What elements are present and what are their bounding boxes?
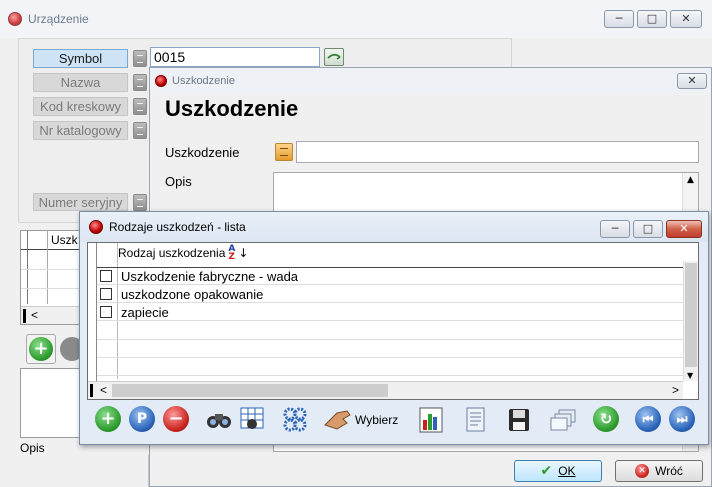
lista-hscroll-thumb[interactable] [112, 384, 388, 397]
gears-icon [283, 407, 307, 432]
hand-pointer-icon [324, 410, 351, 430]
row-label: zapiecie [121, 305, 169, 320]
row-checkbox[interactable] [100, 270, 112, 282]
row-checkbox[interactable] [100, 288, 112, 300]
lista-column-header[interactable]: Rodzaj uszkodzenia AZ ↓ [118, 245, 249, 262]
lista-grid[interactable]: Rodzaj uszkodzenia AZ ↓ Uszkodzenie fabr… [87, 242, 699, 400]
lista-maximize-button[interactable]: □ [633, 220, 663, 238]
windows-icon [550, 409, 576, 431]
urzadzenie-close-button[interactable]: ✕ [670, 10, 702, 28]
uszkodzenie-picker-button[interactable] [275, 143, 293, 161]
binoculars-icon [207, 414, 231, 428]
list-item[interactable]: zapiecie [97, 303, 683, 321]
lista-title: Rodzaje uszkodzeń - lista [109, 220, 246, 234]
nazwa-label: Nazwa [33, 73, 128, 92]
row-label: Uszkodzenie fabryczne - wada [121, 269, 299, 284]
ok-label: OK [558, 464, 576, 478]
scroll-up-arrow-icon[interactable]: ▲ [687, 175, 694, 185]
uszkodzenie-field-label: Uszkodzenie [165, 145, 240, 160]
column-header-label: Rodzaj uszkodzenia [118, 246, 226, 260]
lista-window: Rodzaje uszkodzeń - lista ─ □ ✕ Rodzaj u… [79, 211, 709, 445]
ok-button[interactable]: ✔ OK [514, 460, 602, 482]
numer-seryjny-picker-button[interactable] [133, 194, 147, 211]
urzadzenie-opis-label: Opis [20, 441, 45, 455]
sort-arrow-icon: ↓ [238, 246, 249, 260]
scroll-down-arrow-icon[interactable]: ▼ [687, 371, 693, 380]
nr-katalogowy-label: Nr katalogowy [33, 121, 128, 140]
floppy-disk-icon [509, 409, 529, 431]
nazwa-picker-button[interactable] [133, 74, 147, 91]
urzadzenie-search-button[interactable] [60, 334, 84, 364]
lista-hscroll[interactable]: < > [88, 381, 683, 399]
select-button[interactable]: Wybierz [323, 406, 398, 434]
search-button[interactable]: P [129, 406, 157, 434]
save-button[interactable] [505, 406, 533, 434]
first-record-button[interactable]: ⏮ [635, 406, 663, 434]
urzadzenie-add-button[interactable]: + [26, 334, 56, 364]
app-logo-icon [89, 220, 103, 234]
add-icon: + [29, 337, 53, 361]
sort-az-icon[interactable]: AZ [228, 245, 235, 262]
scroll-left-arrow-icon[interactable]: < [31, 308, 38, 322]
symbol-input[interactable]: 0015 [150, 47, 320, 67]
row-label: uszkodzone opakowanie [121, 287, 264, 302]
add-button[interactable]: + [95, 406, 123, 434]
lista-grid-left-gutter [88, 243, 97, 399]
urzadzenie-maximize-button[interactable]: □ [637, 10, 667, 28]
kod-kreskowy-picker-button[interactable] [133, 98, 147, 115]
uszkodzenie-title: Uszkodzenie [172, 74, 235, 87]
urzadzenie-title: Urządzenie [28, 12, 89, 26]
document-icon [466, 407, 485, 432]
lista-close-button[interactable]: ✕ [666, 220, 702, 238]
cancel-button[interactable]: ✕ Wróć [615, 460, 703, 482]
cancel-label: Wróć [655, 464, 683, 478]
filter-grid-button[interactable] [239, 406, 267, 434]
nr-katalogowy-picker-button[interactable] [133, 122, 147, 139]
symbol-label: Symbol [33, 49, 128, 68]
scroll-left-arrow-icon[interactable]: < [100, 383, 107, 397]
numer-seryjny-label: Numer seryjny [33, 193, 128, 211]
symbol-picker-button[interactable] [133, 50, 147, 67]
uszkodzenie-close-button[interactable]: ✕ [677, 73, 707, 89]
list-item[interactable]: Uszkodzenie fabryczne - wada [97, 267, 683, 285]
app-logo-icon [8, 12, 22, 26]
add-icon: + [95, 406, 121, 432]
skip-forward-icon: ⏭ [669, 406, 695, 432]
remove-button[interactable]: − [163, 406, 191, 434]
urzadzenie-minimize-button[interactable]: ─ [604, 10, 634, 28]
kod-kreskowy-label: Kod kreskowy [33, 97, 128, 116]
row-checkbox[interactable] [100, 306, 112, 318]
uszkodzenie-titlebar: Uszkodzenie [150, 68, 711, 93]
grid-search-icon [240, 407, 264, 429]
settings-button[interactable] [281, 406, 309, 434]
document-button[interactable] [461, 406, 489, 434]
lista-toolbar: + P − Wybierz ↻ ⏮ ⏭ [87, 404, 699, 438]
uszkodzenie-input[interactable] [296, 141, 699, 163]
refresh-button[interactable]: ↻ [593, 406, 621, 434]
check-icon: ✔ [540, 463, 553, 479]
report-button[interactable] [417, 406, 445, 434]
lista-minimize-button[interactable]: ─ [600, 220, 630, 238]
remove-icon: − [163, 406, 189, 432]
lista-vscroll[interactable]: ▼ [683, 261, 698, 381]
lista-vscroll-thumb[interactable] [685, 263, 697, 367]
scroll-right-arrow-icon[interactable]: > [672, 383, 679, 397]
skip-back-icon: ⏮ [635, 406, 661, 432]
urzadzenie-grid-header: Uszk [51, 233, 78, 247]
app-logo-icon [155, 74, 167, 87]
select-label: Wybierz [355, 413, 399, 427]
cancel-icon: ✕ [635, 464, 650, 478]
symbol-action-icon[interactable] [324, 48, 344, 66]
refresh-icon: ↻ [593, 406, 619, 432]
list-item[interactable]: uszkodzone opakowanie [97, 285, 683, 303]
find-button[interactable] [205, 406, 233, 434]
chart-report-icon [419, 407, 443, 433]
uszkodzenie-heading: Uszkodzenie [165, 96, 299, 121]
search-icon: P [129, 406, 155, 432]
last-record-button[interactable]: ⏭ [669, 406, 697, 434]
uszkodzenie-opis-label: Opis [165, 174, 192, 189]
windows-button[interactable] [549, 406, 577, 434]
